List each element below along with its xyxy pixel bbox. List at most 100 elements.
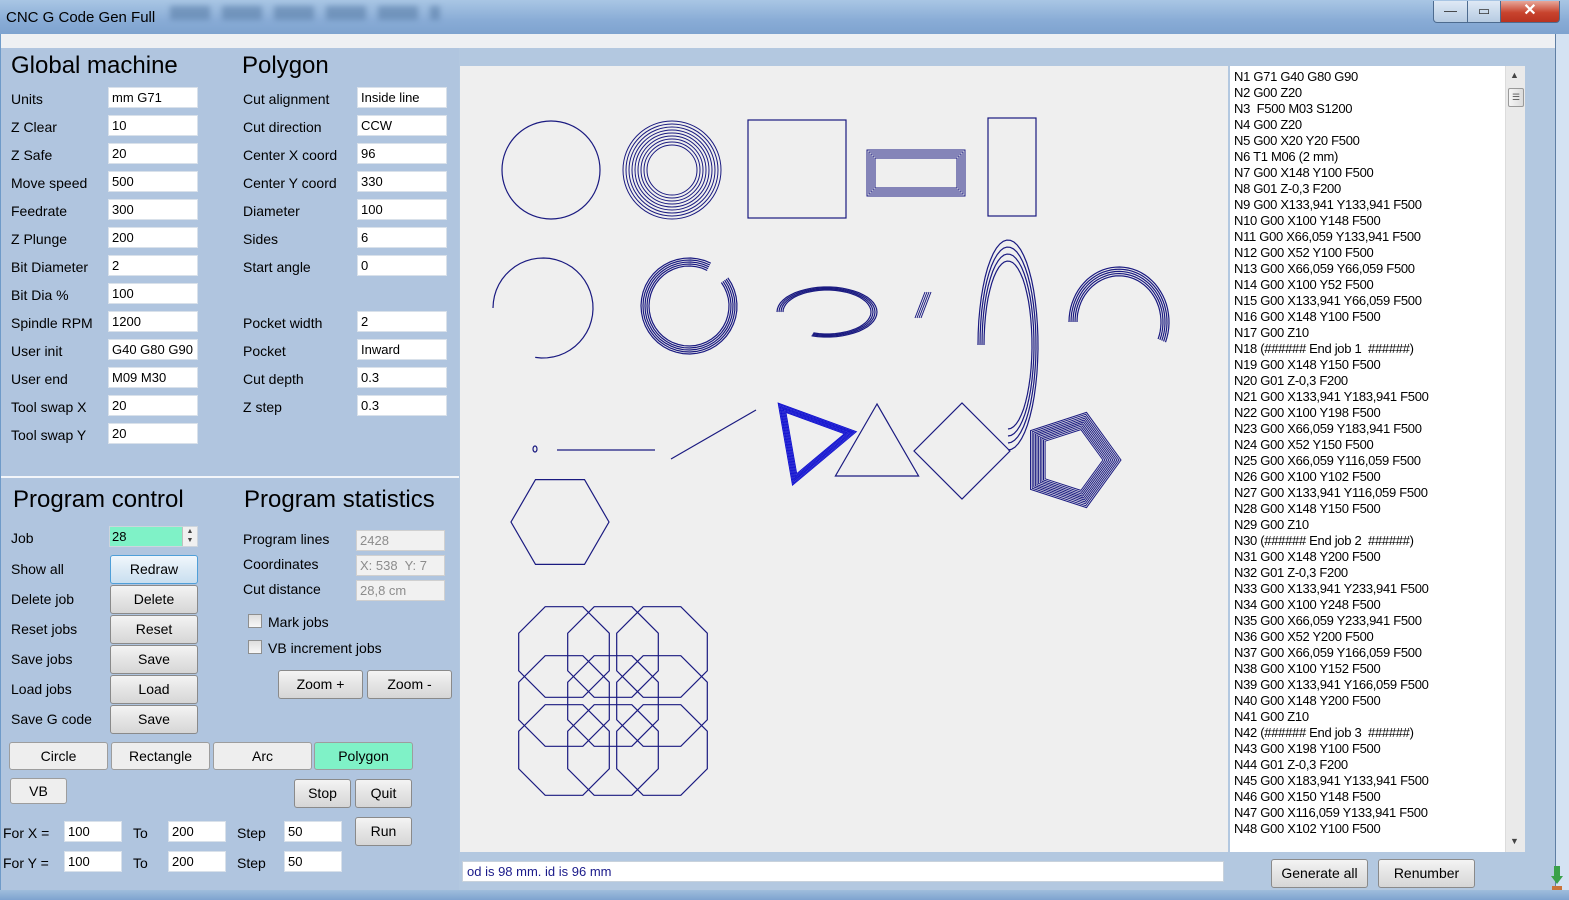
- gcode-line[interactable]: N5 G00 X20 Y20 F500: [1234, 133, 1429, 149]
- gcode-line[interactable]: N44 G01 Z-0,3 F200: [1234, 757, 1429, 773]
- gcode-line[interactable]: N9 G00 X133,941 Y133,941 F500: [1234, 197, 1429, 213]
- gcode-line[interactable]: N24 G00 X52 Y150 F500: [1234, 437, 1429, 453]
- cut-depth-input[interactable]: 0.3: [357, 367, 447, 388]
- gcode-line[interactable]: N29 G00 Z10: [1234, 517, 1429, 533]
- bit-dia-input[interactable]: 100: [108, 283, 198, 304]
- scroll-down-icon[interactable]: ▼: [1510, 836, 1519, 846]
- move-speed-input[interactable]: 500: [108, 171, 198, 192]
- gcode-line[interactable]: N18 (###### End job 1 ######): [1234, 341, 1429, 357]
- maximize-button[interactable]: ▭: [1467, 1, 1501, 23]
- cut-alignment-input[interactable]: Inside line: [357, 87, 447, 108]
- x-from-input[interactable]: 100: [64, 821, 122, 842]
- job-spinner[interactable]: 28 ▲ ▼: [109, 526, 198, 547]
- rectangle-button[interactable]: Rectangle: [111, 742, 210, 770]
- gcode-line[interactable]: N11 G00 X66,059 Y133,941 F500: [1234, 229, 1429, 245]
- gcode-line[interactable]: N40 G00 X148 Y200 F500: [1234, 693, 1429, 709]
- gcode-line[interactable]: N13 G00 X66,059 Y66,059 F500: [1234, 261, 1429, 277]
- center-y-coord-input[interactable]: 330: [357, 171, 447, 192]
- scroll-thumb[interactable]: ☰: [1508, 88, 1524, 107]
- stop-button[interactable]: Stop: [294, 779, 351, 808]
- gcode-line[interactable]: N15 G00 X133,941 Y66,059 F500: [1234, 293, 1429, 309]
- z-clear-input[interactable]: 10: [108, 115, 198, 136]
- tool-swap-x-input[interactable]: 20: [108, 395, 198, 416]
- gcode-line[interactable]: N38 G00 X100 Y152 F500: [1234, 661, 1429, 677]
- generate-all-button[interactable]: Generate all: [1271, 859, 1368, 888]
- sides-input[interactable]: 6: [357, 227, 447, 248]
- tool-swap-y-input[interactable]: 20: [108, 423, 198, 444]
- gcode-line[interactable]: N43 G00 X198 Y100 F500: [1234, 741, 1429, 757]
- reset-jobs-button[interactable]: Reset: [110, 615, 198, 644]
- z-safe-input[interactable]: 20: [108, 143, 198, 164]
- mark-jobs-label[interactable]: Mark jobs: [268, 614, 329, 630]
- vb-button[interactable]: VB: [10, 778, 67, 804]
- spin-down-icon[interactable]: ▼: [187, 537, 194, 544]
- gcode-line[interactable]: N48 G00 X102 Y100 F500: [1234, 821, 1429, 837]
- gcode-line[interactable]: N47 G00 X116,059 Y133,941 F500: [1234, 805, 1429, 821]
- gcode-line[interactable]: N34 G00 X100 Y248 F500: [1234, 597, 1429, 613]
- gcode-line[interactable]: N3 F500 M03 S1200: [1234, 101, 1429, 117]
- spinner-arrows[interactable]: ▲ ▼: [182, 527, 197, 546]
- gcode-line[interactable]: N22 G00 X100 Y198 F500: [1234, 405, 1429, 421]
- gcode-listbox[interactable]: N1 G71 G40 G80 G90 N2 G00 Z20 N3 F500 M03 …: [1230, 66, 1525, 852]
- close-button[interactable]: ✕: [1500, 1, 1560, 23]
- gcode-line[interactable]: N46 G00 X150 Y148 F500: [1234, 789, 1429, 805]
- gcode-line[interactable]: N14 G00 X100 Y52 F500: [1234, 277, 1429, 293]
- gcode-line[interactable]: N23 G00 X66,059 Y183,941 F500: [1234, 421, 1429, 437]
- gcode-line[interactable]: N35 G00 X66,059 Y233,941 F500: [1234, 613, 1429, 629]
- y-from-input[interactable]: 100: [64, 851, 122, 872]
- diameter-input[interactable]: 100: [357, 199, 447, 220]
- gcode-line[interactable]: N36 G00 X52 Y200 F500: [1234, 629, 1429, 645]
- drawing-canvas[interactable]: [460, 66, 1228, 852]
- gcode-line[interactable]: N16 G00 X148 Y100 F500: [1234, 309, 1429, 325]
- y-to-input[interactable]: 200: [168, 851, 226, 872]
- gcode-line[interactable]: N42 (###### End job 3 ######): [1234, 725, 1429, 741]
- units-input[interactable]: mm G71: [108, 87, 198, 108]
- scroll-up-icon[interactable]: ▲: [1510, 70, 1519, 80]
- bit-diameter-input[interactable]: 2: [108, 255, 198, 276]
- z-step-input[interactable]: 0.3: [357, 395, 447, 416]
- gcode-line[interactable]: N8 G01 Z-0,3 F200: [1234, 181, 1429, 197]
- gcode-line[interactable]: N31 G00 X148 Y200 F500: [1234, 549, 1429, 565]
- gcode-line[interactable]: N21 G00 X133,941 Y183,941 F500: [1234, 389, 1429, 405]
- gcode-line[interactable]: N28 G00 X148 Y150 F500: [1234, 501, 1429, 517]
- gcode-line[interactable]: N25 G00 X66,059 Y116,059 F500: [1234, 453, 1429, 469]
- vb-increment-label[interactable]: VB increment jobs: [268, 640, 382, 656]
- gcode-line[interactable]: N39 G00 X133,941 Y166,059 F500: [1234, 677, 1429, 693]
- gcode-line[interactable]: N12 G00 X52 Y100 F500: [1234, 245, 1429, 261]
- circle-button[interactable]: Circle: [9, 742, 108, 770]
- y-step-input[interactable]: 50: [284, 851, 342, 872]
- gcode-line[interactable]: N45 G00 X183,941 Y133,941 F500: [1234, 773, 1429, 789]
- gcode-line[interactable]: N37 G00 X66,059 Y166,059 F500: [1234, 645, 1429, 661]
- gcode-line[interactable]: N17 G00 Z10: [1234, 325, 1429, 341]
- vertical-scrollbar[interactable]: ▲ ☰ ▼: [1505, 66, 1525, 852]
- gcode-line[interactable]: N2 G00 Z20: [1234, 85, 1429, 101]
- minimize-button[interactable]: —: [1433, 1, 1468, 23]
- pocket-input[interactable]: Inward: [357, 339, 447, 360]
- gcode-line[interactable]: N19 G00 X148 Y150 F500: [1234, 357, 1429, 373]
- gcode-line[interactable]: N27 G00 X133,941 Y116,059 F500: [1234, 485, 1429, 501]
- zoom-out-button[interactable]: Zoom -: [367, 670, 452, 699]
- z-plunge-input[interactable]: 200: [108, 227, 198, 248]
- status-textbox[interactable]: od is 98 mm. id is 96 mm: [462, 861, 1224, 882]
- gcode-line[interactable]: N41 G00 Z10: [1234, 709, 1429, 725]
- show-all-button[interactable]: Redraw: [110, 555, 198, 584]
- zoom-in-button[interactable]: Zoom +: [278, 670, 363, 699]
- spindle-rpm-input[interactable]: 1200: [108, 311, 198, 332]
- mark-jobs-checkbox[interactable]: [248, 614, 262, 628]
- gcode-line[interactable]: N20 G01 Z-0,3 F200: [1234, 373, 1429, 389]
- user-init-input[interactable]: G40 G80 G90: [108, 339, 198, 360]
- gcode-line[interactable]: N1 G71 G40 G80 G90: [1234, 69, 1429, 85]
- polygon-button[interactable]: Polygon: [314, 742, 413, 770]
- x-to-input[interactable]: 200: [168, 821, 226, 842]
- renumber-button[interactable]: Renumber: [1378, 859, 1475, 888]
- gcode-line[interactable]: N4 G00 Z20: [1234, 117, 1429, 133]
- center-x-coord-input[interactable]: 96: [357, 143, 447, 164]
- gcode-line[interactable]: N10 G00 X100 Y148 F500: [1234, 213, 1429, 229]
- pocket-width-input[interactable]: 2: [357, 311, 447, 332]
- gcode-line[interactable]: N26 G00 X100 Y102 F500: [1234, 469, 1429, 485]
- gcode-line[interactable]: N7 G00 X148 Y100 F500: [1234, 165, 1429, 181]
- start-angle-input[interactable]: 0: [357, 255, 447, 276]
- save-jobs-button[interactable]: Save: [110, 645, 198, 674]
- save-g-code-button[interactable]: Save: [110, 705, 198, 734]
- load-jobs-button[interactable]: Load: [110, 675, 198, 704]
